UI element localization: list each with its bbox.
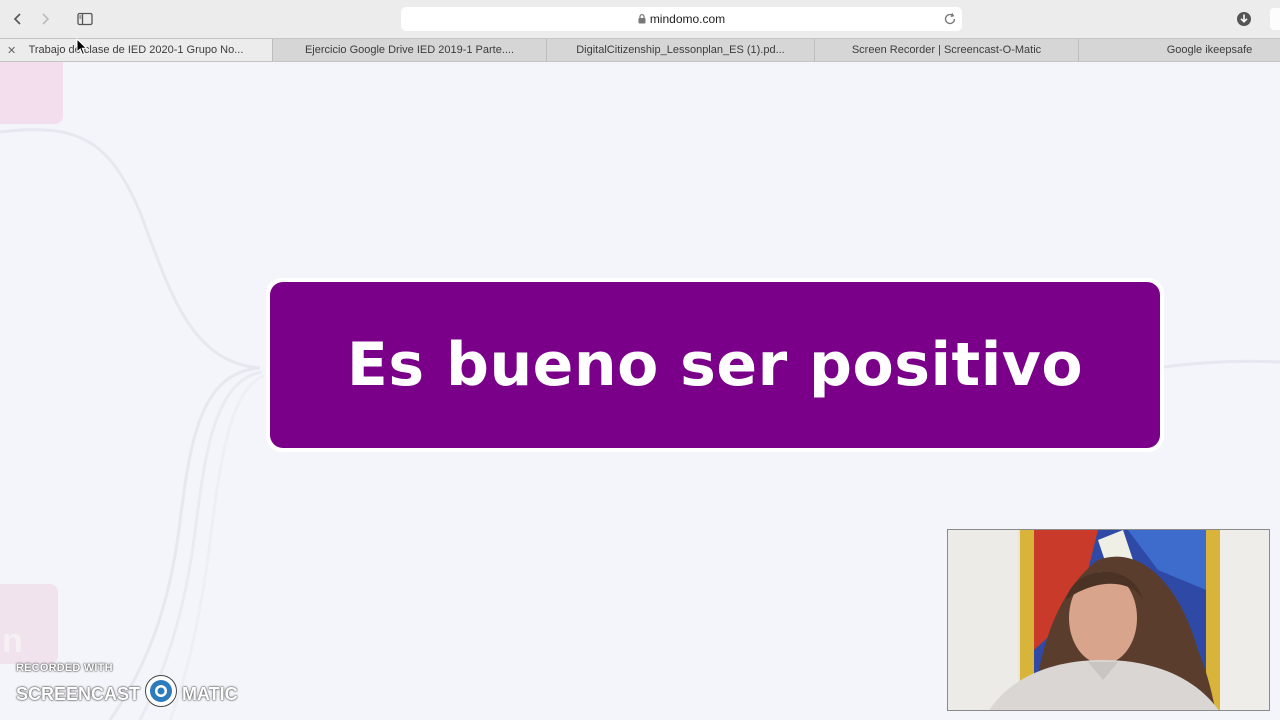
lock-icon — [638, 14, 646, 24]
tab-trabajo-de-clase[interactable]: ✕ Trabajo de clase de IED 2020-1 Grupo N… — [0, 39, 273, 61]
tab-label: Screen Recorder | Screencast-O-Matic — [851, 44, 1042, 56]
tab-digital-citizenship[interactable]: DigitalCitizenship_Lessonplan_ES (1).pd.… — [547, 39, 815, 61]
sidebar-toggle-button[interactable] — [72, 8, 98, 30]
ghost-node-top[interactable] — [0, 62, 63, 124]
tab-ejercicio-google-drive[interactable]: Ejercicio Google Drive IED 2019-1 Parte.… — [273, 39, 547, 61]
address-bar[interactable]: mindomo.com — [401, 7, 962, 31]
tab-screen-recorder[interactable]: Screen Recorder | Screencast-O-Matic — [815, 39, 1079, 61]
watermark-recorded-with: RECORDED WITH — [16, 662, 113, 674]
chevron-right-icon — [42, 13, 50, 25]
back-button[interactable] — [6, 8, 30, 30]
watermark-brand-right: MATIC — [182, 683, 238, 704]
download-icon[interactable] — [1234, 9, 1254, 29]
close-icon[interactable]: ✕ — [7, 44, 16, 57]
webcam-overlay — [947, 529, 1270, 711]
reload-icon[interactable] — [942, 11, 958, 27]
tab-label: Google ikeepsafe — [1166, 44, 1253, 56]
address-text: mindomo.com — [649, 12, 726, 26]
browser-toolbar: mindomo.com — [0, 0, 1280, 38]
ghost-node-text: n — [2, 622, 23, 660]
screencast-logo-icon — [145, 675, 178, 707]
toolbar-edge — [1270, 8, 1280, 30]
central-topic-node[interactable]: Es bueno ser positivo — [270, 282, 1160, 448]
tab-label: Ejercicio Google Drive IED 2019-1 Parte.… — [304, 44, 515, 56]
watermark-brand-left: SCREENCAST — [16, 683, 141, 704]
mouse-cursor-icon — [76, 38, 88, 56]
screencast-watermark: RECORDED WITH SCREENCAST MATIC — [16, 660, 246, 710]
sidebar-icon — [77, 12, 93, 26]
chevron-left-icon — [13, 13, 21, 25]
watermark-brand: SCREENCAST MATIC — [16, 675, 238, 708]
tab-label: DigitalCitizenship_Lessonplan_ES (1).pd.… — [576, 44, 785, 56]
central-topic-text: Es bueno ser positivo — [346, 330, 1084, 400]
forward-button[interactable] — [33, 8, 57, 30]
webcam-video — [948, 530, 1269, 710]
tab-google-ikeepsafe[interactable]: Google ikeepsafe — [1079, 39, 1280, 61]
tab-label: Trabajo de clase de IED 2020-1 Grupo No.… — [28, 44, 244, 56]
tab-bar: ✕ Trabajo de clase de IED 2020-1 Grupo N… — [0, 38, 1280, 62]
